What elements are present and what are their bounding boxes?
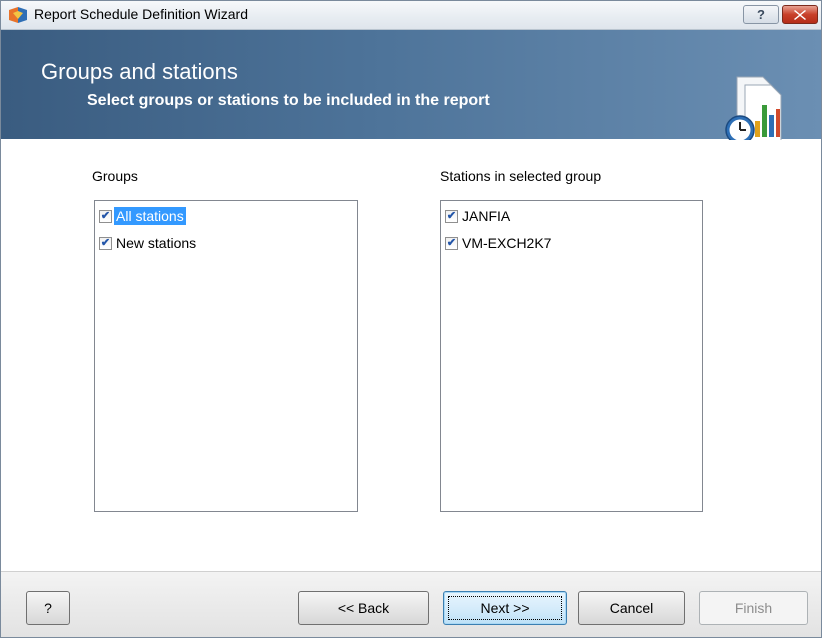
group-item-new-stations[interactable]: ✔ New stations bbox=[99, 233, 198, 253]
page-title: Groups and stations bbox=[41, 59, 238, 84]
wizard-content: Groups ✔ All stations ✔ New stations Sta… bbox=[1, 140, 821, 570]
cancel-button[interactable]: Cancel bbox=[578, 591, 685, 625]
next-button[interactable]: Next >> bbox=[443, 591, 567, 625]
groups-label: Groups bbox=[92, 168, 138, 184]
close-icon bbox=[794, 10, 806, 20]
title-help-button[interactable]: ? bbox=[743, 5, 779, 24]
window-title: Report Schedule Definition Wizard bbox=[34, 6, 248, 22]
checkmark-icon: ✔ bbox=[446, 209, 457, 222]
wizard-header-banner: Groups and stations Select groups or sta… bbox=[1, 30, 821, 145]
group-item-all-stations[interactable]: ✔ All stations bbox=[99, 206, 186, 226]
station-checkbox-vm-exch2k7[interactable]: ✔ bbox=[445, 236, 458, 250]
stations-listbox[interactable]: ✔ JANFIA ✔ VM-EXCH2K7 bbox=[440, 200, 703, 512]
page-subtitle: Select groups or stations to be included… bbox=[87, 92, 490, 109]
title-bar[interactable]: Report Schedule Definition Wizard ? bbox=[1, 1, 821, 30]
group-item-label: New stations bbox=[116, 235, 197, 251]
checkmark-icon: ✔ bbox=[446, 236, 457, 249]
title-close-button[interactable] bbox=[782, 5, 818, 24]
station-item-label: VM-EXCH2K7 bbox=[462, 235, 552, 251]
checkmark-icon: ✔ bbox=[100, 236, 111, 249]
finish-button: Finish bbox=[699, 591, 808, 625]
wizard-footer: ? << Back Next >> Cancel Finish bbox=[1, 571, 821, 637]
focus-rectangle bbox=[448, 596, 562, 620]
station-item-vm-exch2k7[interactable]: ✔ VM-EXCH2K7 bbox=[445, 233, 553, 253]
groups-listbox[interactable]: ✔ All stations ✔ New stations bbox=[94, 200, 358, 512]
app-logo-icon bbox=[9, 7, 27, 23]
station-item-janfia[interactable]: ✔ JANFIA bbox=[445, 206, 512, 226]
back-button[interactable]: << Back bbox=[298, 591, 429, 625]
stations-label: Stations in selected group bbox=[440, 168, 602, 184]
help-button[interactable]: ? bbox=[26, 591, 70, 625]
group-checkbox-all-stations[interactable]: ✔ bbox=[99, 209, 112, 223]
checkmark-icon: ✔ bbox=[100, 209, 111, 222]
station-item-label: JANFIA bbox=[462, 208, 511, 224]
wizard-window: Report Schedule Definition Wizard ? Grou… bbox=[0, 0, 822, 638]
station-checkbox-janfia[interactable]: ✔ bbox=[445, 209, 458, 223]
group-checkbox-new-stations[interactable]: ✔ bbox=[99, 236, 112, 250]
group-item-label: All stations bbox=[114, 207, 186, 225]
